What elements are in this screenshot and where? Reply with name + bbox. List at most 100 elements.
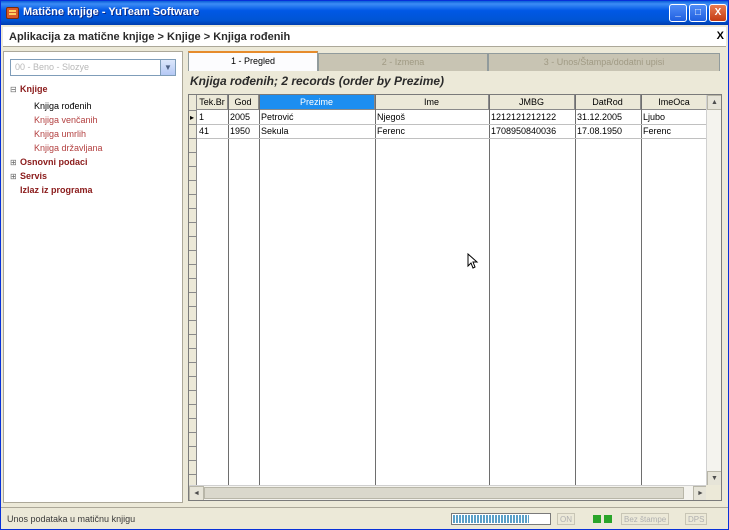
breadcrumb-close-button[interactable]: X — [717, 30, 724, 42]
table-cell[interactable]: Njegoš — [375, 111, 489, 125]
table-cell[interactable]: 1950 — [228, 125, 259, 139]
tree-item[interactable]: Izlaz iz programa — [10, 185, 93, 195]
tree-item[interactable]: Knjiga umrlih — [34, 129, 86, 139]
tree-item[interactable]: Knjiga venčanih — [34, 115, 98, 125]
minimize-icon: _ — [675, 7, 681, 18]
expand-icon[interactable]: ⊞ — [10, 172, 17, 181]
row-indicator-divider — [189, 166, 197, 167]
column-header[interactable]: JMBG — [489, 95, 575, 110]
column-header[interactable]: God — [228, 95, 259, 110]
register-select-value: 00 - Beno - Slozye — [15, 62, 90, 72]
minimize-button[interactable]: _ — [669, 4, 687, 22]
column-header[interactable]: ImeOca — [641, 95, 708, 110]
tab-strip: 1 - Pregled 2 - Izmena 3 - Unos/Štampa/d… — [186, 51, 726, 71]
tree-item-label: Servis — [20, 171, 48, 181]
column-divider — [259, 95, 260, 486]
table-cell[interactable]: 17.08.1950 — [575, 125, 641, 139]
chevron-down-icon[interactable]: ▼ — [160, 60, 175, 75]
row-indicator-divider — [189, 152, 197, 153]
tab-pregled[interactable]: 1 - Pregled — [188, 51, 318, 71]
tree-item[interactable]: ⊞ Osnovni podaci — [10, 157, 88, 167]
close-button[interactable]: X — [709, 4, 727, 22]
row-indicator-divider — [189, 474, 197, 475]
collapse-icon[interactable]: ⊟ — [10, 85, 17, 94]
grid-body: Tek.Br God Prezime Ime JMBG DatRod ImeOca 1 2005… — [189, 95, 721, 486]
row-indicator-divider — [189, 138, 197, 139]
column-divider — [375, 95, 376, 486]
records-grid[interactable]: Tek.Br God Prezime Ime JMBG DatRod ImeOca 1 2005… — [188, 94, 722, 501]
column-divider — [575, 95, 576, 486]
scroll-down-icon[interactable]: ▼ — [707, 471, 721, 486]
table-cell[interactable]: 41 — [197, 125, 228, 139]
column-header[interactable]: DatRod — [575, 95, 641, 110]
status-led-icon — [604, 515, 612, 523]
row-indicator-divider — [189, 446, 197, 447]
status-cell-print: Bez štampe — [621, 513, 670, 525]
tree-item[interactable]: ⊞ Servis — [10, 171, 47, 181]
table-cell[interactable]: Ljubo — [641, 111, 708, 125]
table-cell[interactable]: Ferenc — [375, 125, 489, 139]
current-row-icon: ▸ — [190, 113, 195, 122]
scroll-up-icon[interactable]: ▲ — [707, 95, 721, 110]
table-cell[interactable]: 31.12.2005 — [575, 111, 641, 125]
table-cell[interactable]: 1 — [197, 111, 228, 125]
title-bar[interactable]: Matične knjige - YuTeam Software _ □ X — [1, 1, 728, 25]
tree-item[interactable]: Knjiga rođenih — [34, 101, 92, 111]
row-indicator-divider — [189, 124, 197, 125]
window-title: Matične knjige - YuTeam Software — [23, 6, 200, 18]
row-indicator-divider — [189, 390, 197, 391]
close-icon: X — [714, 7, 722, 18]
register-select[interactable]: 00 - Beno - Slozye ▼ — [10, 59, 176, 76]
column-header[interactable]: Prezime — [259, 95, 375, 110]
column-header[interactable]: Tek.Br — [197, 95, 228, 110]
status-led-icon — [593, 515, 601, 523]
row-indicator-divider — [189, 306, 197, 307]
table-cell[interactable]: 1708950840036 — [489, 125, 575, 139]
tree-item-label: Knjige — [20, 84, 48, 94]
table-cell[interactable]: 2005 — [228, 111, 259, 125]
table-cell[interactable]: Petrović — [259, 111, 375, 125]
scroll-corner — [706, 485, 721, 500]
table-cell[interactable]: Sekula — [259, 125, 375, 139]
tree-item-label: Knjiga venčanih — [34, 115, 98, 125]
row-indicator-divider — [189, 292, 197, 293]
scroll-left-icon[interactable]: ◄ — [189, 486, 204, 500]
breadcrumb: Aplikacija za matične knjige > Knjige > … — [3, 27, 726, 47]
breadcrumb-text: Aplikacija za matične knjige > Knjige > … — [9, 31, 291, 43]
row-indicator-divider — [189, 180, 197, 181]
row-indicator-divider — [189, 334, 197, 335]
row-indicator-divider — [189, 208, 197, 209]
row-indicator-divider — [189, 348, 197, 349]
tree-item[interactable]: ⊟ Knjige — [10, 84, 48, 94]
row-indicator-divider — [189, 110, 197, 111]
maximize-button[interactable]: □ — [689, 4, 707, 22]
status-cell-dps: DPS — [685, 513, 708, 525]
horizontal-scrollbar[interactable]: ◄ ► — [189, 485, 708, 500]
column-header[interactable]: Ime — [375, 95, 489, 110]
table-cell[interactable]: Ferenc — [641, 125, 708, 139]
row-indicator-divider — [189, 250, 197, 251]
grid-caption: Knjiga rođenih; 2 records (order by Prez… — [190, 74, 445, 88]
tree-item-label: Knjiga rođenih — [34, 101, 92, 111]
table-cell[interactable]: 1212121212122 — [489, 111, 575, 125]
row-indicator-divider — [189, 432, 197, 433]
row-indicator-divider — [189, 460, 197, 461]
column-divider — [641, 95, 642, 486]
progress-fill — [453, 515, 530, 523]
row-indicator-divider — [189, 404, 197, 405]
tree-item-label: Knjiga umrlih — [34, 129, 87, 139]
expand-icon[interactable]: ⊞ — [10, 158, 17, 167]
app-book-icon — [6, 7, 19, 19]
vertical-scrollbar[interactable]: ▲ ▼ — [706, 95, 721, 486]
tab-unos-stampa[interactable]: 3 - Unos/Štampa/dodatni upisi — [488, 53, 720, 71]
tree-item-label: Knjiga državljana — [34, 143, 103, 153]
tree-item[interactable]: Knjiga državljana — [34, 143, 103, 153]
tab-izmena[interactable]: 2 - Izmena — [318, 53, 488, 71]
horizontal-scroll-thumb[interactable] — [204, 487, 684, 499]
row-indicator-divider — [189, 264, 197, 265]
column-divider — [489, 95, 490, 486]
row-indicator-divider — [189, 236, 197, 237]
row-indicator-divider — [189, 222, 197, 223]
row-indicator-divider — [189, 362, 197, 363]
content-pane: 1 - Pregled 2 - Izmena 3 - Unos/Štampa/d… — [186, 51, 726, 503]
